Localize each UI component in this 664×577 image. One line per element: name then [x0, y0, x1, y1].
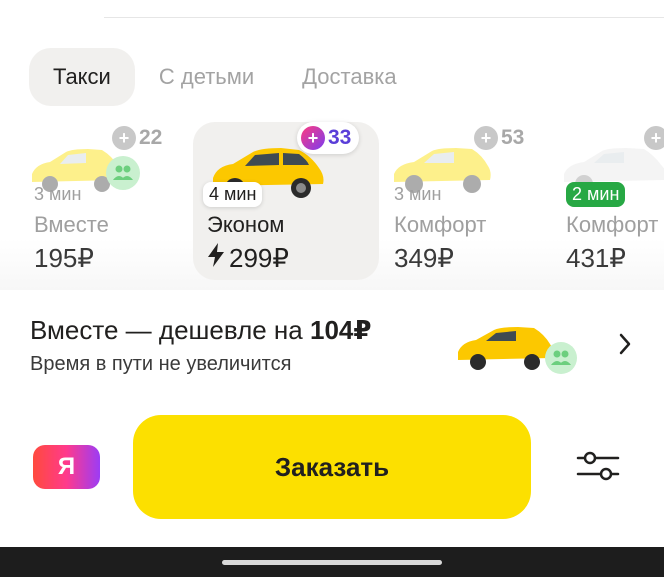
plus-points-badge: +33 [297, 122, 360, 154]
tab-taxi[interactable]: Такси [29, 48, 135, 106]
tariff-price: 195₽ [34, 243, 94, 273]
banner-title-text: Вместе — дешевле на [30, 315, 310, 345]
lightning-icon [207, 243, 225, 274]
car-icon [458, 324, 554, 377]
tariff-eta: 2 мин [566, 182, 626, 207]
tab-with-kids[interactable]: С детьми [135, 48, 278, 106]
plus-icon: + [112, 126, 136, 150]
people-icon [545, 342, 577, 374]
tariff-eta: 3 мин [34, 184, 82, 204]
tariff-eta: 3 мин [394, 184, 442, 204]
divider [104, 17, 664, 18]
tariff-price: 349₽ [394, 243, 454, 273]
plus-points-value: 22 [139, 126, 163, 149]
plus-icon: + [644, 126, 664, 150]
banner-title: Вместе — дешевле на 104₽ [30, 315, 371, 346]
order-button[interactable]: Заказать [133, 415, 531, 519]
tariff-price: 431₽ [566, 243, 626, 273]
plus-points-value: 53 [501, 126, 525, 149]
tariff-price-row: 299₽ [207, 243, 289, 274]
yandex-plus-logo[interactable]: Я [33, 445, 100, 489]
tariff-card-comfort-plus[interactable]: + 2 мин Комфорт 431₽ [560, 122, 664, 280]
plus-icon: + [474, 126, 498, 150]
banner-savings: 104₽ [309, 315, 372, 345]
service-tabs: Такси С детьми Доставка [29, 47, 421, 107]
system-navigation-bar [0, 547, 664, 577]
tariff-name: Эконом [207, 212, 285, 237]
filters-icon[interactable] [576, 448, 620, 489]
tab-delivery[interactable]: Доставка [278, 48, 420, 106]
tariff-name: Комфорт [566, 212, 659, 237]
banner-subtitle: Время в пути не увеличится [30, 353, 292, 375]
tariff-name: Комфорт [394, 212, 487, 237]
plus-icon: + [301, 126, 325, 150]
tariff-card-comfort[interactable]: +53 3 мин Комфорт 349₽ [386, 122, 572, 280]
tariff-card-vmeste[interactable]: +22 3 мин Вместе 195₽ [12, 122, 198, 280]
tariff-carousel: +22 3 мин Вместе 195₽ +33 4 мин Эконом 2… [0, 118, 664, 290]
plus-points-value: 33 [328, 126, 352, 149]
plus-points-badge: +53 [474, 126, 524, 150]
tariff-eta: 4 мин [203, 182, 263, 207]
shared-ride-banner[interactable]: Вместе — дешевле на 104₽ Время в пути не… [0, 290, 664, 400]
tariff-name: Вместе [34, 212, 109, 237]
tariff-price: 299₽ [229, 243, 289, 273]
plus-points-badge: + [644, 126, 664, 150]
home-indicator[interactable] [222, 560, 442, 565]
plus-points-badge: +22 [112, 126, 162, 150]
chevron-right-icon[interactable] [618, 332, 632, 361]
people-icon [106, 156, 140, 190]
tariff-card-econom[interactable]: +33 4 мин Эконом 299₽ [193, 122, 379, 280]
